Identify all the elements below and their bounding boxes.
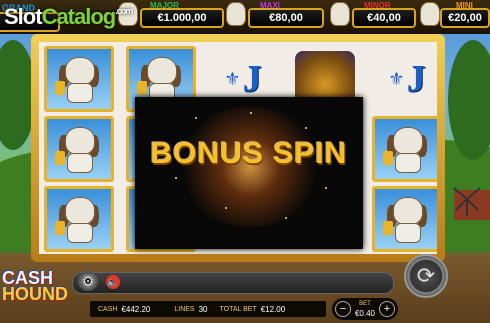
- dog-icon: [226, 2, 246, 26]
- spark: [175, 177, 177, 179]
- dog-icon: [420, 2, 440, 26]
- spark: [325, 187, 327, 189]
- control-bar: [72, 272, 394, 294]
- jackpot-maxi-value: €80,00: [248, 8, 324, 28]
- dog-icon: [330, 2, 350, 26]
- spark: [250, 112, 252, 114]
- spark: [195, 117, 197, 119]
- lines-value: 30: [198, 304, 208, 314]
- bet-decrease-button[interactable]: −: [335, 301, 351, 317]
- fleur-de-lis-icon: ⚜: [224, 68, 241, 89]
- spin-button[interactable]: ⟳: [404, 254, 448, 298]
- dog-symbol: [372, 116, 437, 182]
- bonus-spin-banner: BONUS SPIN: [135, 97, 363, 249]
- bet-increase-button[interactable]: +: [379, 301, 395, 317]
- reel-5: ⚜ J: [369, 42, 437, 254]
- bet-display: BET €0.40: [355, 300, 375, 318]
- background-tree: [448, 40, 490, 160]
- windmill-icon: [450, 182, 484, 216]
- game-logo: CASH HOUND: [2, 269, 68, 304]
- jackpot-mini-value: €20,00: [440, 8, 490, 28]
- total-bet-label: TOTAL BET: [219, 305, 257, 313]
- gear-icon[interactable]: ⚙: [78, 271, 98, 291]
- info-bar: CASH €442.20 LINES 30 TOTAL BET €12.00: [90, 301, 326, 317]
- dog-symbol: [372, 186, 437, 252]
- bonus-spin-text: BONUS SPIN: [150, 137, 348, 170]
- total-bet-value: €12.00: [260, 304, 286, 314]
- dog-symbol: [44, 46, 114, 112]
- lines-label: LINES: [174, 305, 195, 313]
- spark: [305, 127, 307, 129]
- bet-value: €0.40: [354, 309, 376, 318]
- spin-arrows-icon: ⟳: [416, 263, 436, 288]
- watermark-word1: Slot: [4, 4, 43, 29]
- j-letter: J: [242, 58, 262, 100]
- jackpot-major-value: €1.000,00: [140, 8, 224, 28]
- bet-label: BET: [359, 301, 371, 307]
- watermark-suffix: .com: [115, 6, 133, 16]
- jackpot-minor-value: €40,00: [352, 8, 416, 28]
- j-letter: J: [406, 58, 426, 100]
- spark: [225, 207, 227, 209]
- watermark-word2: Catalog: [41, 4, 117, 29]
- cash-label: CASH: [98, 305, 118, 313]
- bet-selector: − BET €0.40 +: [332, 298, 398, 320]
- dog-symbol: [44, 116, 114, 182]
- game-logo-line2: HOUND: [2, 284, 68, 304]
- j-symbol: ⚜ J: [372, 46, 437, 112]
- speaker-icon[interactable]: 🔈: [106, 275, 120, 289]
- spark: [285, 217, 287, 219]
- fleur-de-lis-icon: ⚜: [388, 68, 405, 89]
- watermark-logo: SlotCatalog.com: [4, 4, 133, 30]
- dog-symbol: [44, 186, 114, 252]
- cash-value: €442.20: [121, 304, 151, 314]
- reel-1: [41, 42, 117, 254]
